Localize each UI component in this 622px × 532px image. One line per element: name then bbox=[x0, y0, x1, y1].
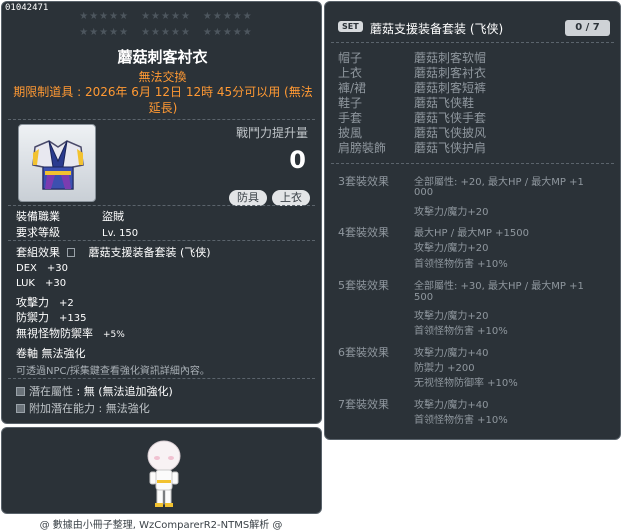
star-force-row-2: ★★★★★ ★★★★★ ★★★★★ bbox=[66, 27, 266, 38]
untradeable-label: 無法交換 bbox=[138, 70, 187, 84]
set-bonus-line: 全部屬性: +20, 最大HP / 最大MP +1 bbox=[414, 177, 584, 188]
set-badge-icon: SET bbox=[338, 21, 363, 32]
job-value: 盜賊 bbox=[102, 210, 124, 223]
stat-luk: LUK +30 bbox=[16, 278, 66, 289]
set-bonus-line: 最大HP / 最大MP +1500 bbox=[414, 228, 529, 239]
mushroom-assassin-shirt-icon bbox=[32, 140, 84, 190]
stat-label: DEX bbox=[16, 263, 37, 274]
star-group-icon: ★★★★★ bbox=[141, 11, 191, 22]
set-bonus-line: 无视怪物防御率 +10% bbox=[414, 378, 518, 389]
job-label: 裝備職業 bbox=[16, 210, 60, 223]
divider bbox=[331, 42, 614, 43]
divider bbox=[331, 163, 614, 164]
set-bonus-line: 首领怪物伤害 +10% bbox=[414, 259, 508, 270]
set-effect-label: 套組效果 bbox=[16, 246, 60, 259]
set-name: 蘑菇支援装备套装 (飞侠) bbox=[370, 22, 504, 36]
star-group-icon: ★★★★★ bbox=[141, 27, 191, 38]
potential-grade-icon bbox=[16, 387, 25, 396]
item-name: 蘑菇刺客衬衣 bbox=[117, 48, 208, 66]
power-increase-value: 0 bbox=[289, 146, 306, 174]
level-value: Lv. 150 bbox=[102, 228, 139, 239]
stat-dex: DEX +30 bbox=[16, 263, 68, 274]
potential-label: 潛在屬性 bbox=[29, 385, 73, 398]
potential-row: 潛在屬性 : 無 (無法追加強化) bbox=[16, 383, 173, 399]
stat-attack: 攻擊力 +2 bbox=[16, 294, 74, 310]
copy-icon[interactable] bbox=[66, 248, 75, 257]
stat-label: LUK bbox=[16, 278, 35, 289]
item-icon-frame bbox=[18, 124, 96, 202]
stat-label: 防禦力 bbox=[16, 311, 49, 324]
category-tag-top: 上衣 bbox=[272, 190, 310, 206]
bonus-potential-grade-icon bbox=[16, 404, 25, 413]
potential-value: : 無 (無法追加強化) bbox=[76, 385, 173, 398]
expire-notice: 期限制道具 : 2026年 6月 12日 12時 45分可以用 (無法 延長) bbox=[10, 84, 316, 116]
category-tag-armor: 防具 bbox=[229, 190, 267, 206]
divider bbox=[8, 205, 315, 206]
stat-value: +2 bbox=[59, 298, 74, 309]
expire-line-2: 延長) bbox=[148, 101, 178, 115]
star-force-row-1: ★★★★★ ★★★★★ ★★★★★ bbox=[66, 11, 266, 22]
set-bonus-line: 攻擊力/魔力+20 bbox=[414, 207, 489, 218]
enhance-hint: 可透過NPC/採集鍵查看強化資訊詳細內容。 bbox=[16, 366, 210, 377]
set-effect-row: 套組效果 蘑菇支援装备套装 (飞侠) bbox=[16, 244, 211, 260]
divider bbox=[8, 240, 315, 241]
level-row: 要求等級 Lv. 150 bbox=[16, 224, 138, 240]
set-bonus-label: 5套裝效果 bbox=[338, 279, 389, 292]
set-part-item: 蘑菇飞侠护肩 bbox=[414, 141, 487, 155]
star-group-icon: ★★★★★ bbox=[202, 11, 253, 22]
set-tooltip-panel: SET 蘑菇支援装备套装 (飞侠) 0 / 7 帽子 蘑菇刺客软帽 上衣 蘑菇刺… bbox=[324, 1, 621, 440]
stat-defense: 防禦力 +135 bbox=[16, 309, 86, 325]
power-increase-label: 戰鬥力提升量 bbox=[235, 126, 308, 140]
set-part-slot: 肩膀裝飾 bbox=[338, 141, 387, 155]
set-bonus-label: 3套裝效果 bbox=[338, 175, 389, 188]
star-group-icon: ★★★★★ bbox=[79, 11, 130, 22]
set-bonus-line: 攻擊力/魔力+40 bbox=[414, 348, 489, 359]
bonus-potential-value: : 無法強化 bbox=[98, 402, 150, 415]
set-bonus-line: 首领怪物伤害 +10% bbox=[414, 415, 508, 426]
set-bonus-line: 首领怪物伤害 +10% bbox=[414, 326, 508, 337]
set-bonus-line: 攻擊力/魔力+20 bbox=[414, 243, 489, 254]
set-bonus-line: 000 bbox=[414, 187, 434, 198]
stat-ignore-defense: 無視怪物防禦率 +5% bbox=[16, 325, 125, 341]
footer-credit: @ 數據由小冊子整理, WzComparerR2-NTMS解析 @ bbox=[39, 520, 283, 531]
stat-value: +30 bbox=[44, 278, 67, 289]
stat-value: +135 bbox=[59, 313, 87, 324]
set-count-badge: 0 / 7 bbox=[565, 20, 610, 36]
scroll-value: 無法強化 bbox=[41, 347, 86, 360]
stat-value: +5% bbox=[103, 330, 125, 340]
stat-label: 攻擊力 bbox=[16, 296, 49, 309]
scroll-label: 卷軸 bbox=[16, 347, 38, 360]
character-preview-avatar bbox=[147, 440, 181, 507]
set-bonus-line: 攻擊力/魔力+20 bbox=[414, 311, 489, 322]
star-group-icon: ★★★★★ bbox=[79, 27, 130, 38]
item-tooltip-panel: 01042471 ★★★★★ ★★★★★ ★★★★★ ★★★★★ ★★★★★ ★★★★★… bbox=[1, 1, 322, 424]
set-effect-value[interactable]: 蘑菇支援装备套装 (飞侠) bbox=[89, 246, 211, 259]
stat-value: +30 bbox=[46, 263, 68, 274]
set-bonus-label: 4套裝效果 bbox=[338, 226, 389, 239]
level-label: 要求等級 bbox=[16, 226, 60, 239]
set-bonus-label: 6套裝效果 bbox=[338, 346, 389, 359]
stat-label: 無視怪物防禦率 bbox=[16, 327, 93, 340]
avatar-preview-panel bbox=[1, 427, 322, 514]
job-row: 裝備職業 盜賊 bbox=[16, 208, 124, 224]
scroll-row: 卷軸 無法強化 bbox=[16, 345, 86, 361]
divider bbox=[8, 119, 315, 120]
bonus-potential-label: 附加潛在能力 bbox=[29, 402, 95, 415]
set-bonus-line: 500 bbox=[414, 292, 434, 303]
set-bonus-line: 攻擊力/魔力+40 bbox=[414, 400, 489, 411]
set-bonus-line: 全部屬性: +30, 最大HP / 最大MP +1 bbox=[414, 281, 584, 292]
set-bonus-label: 7套裝效果 bbox=[338, 398, 389, 411]
star-group-icon: ★★★★★ bbox=[202, 27, 253, 38]
item-code: 01042471 bbox=[5, 3, 49, 13]
divider bbox=[8, 378, 315, 379]
bonus-potential-row: 附加潛在能力 : 無法強化 bbox=[16, 400, 150, 416]
set-bonus-line: 防禦力 +200 bbox=[414, 363, 475, 374]
expire-line-1: 期限制道具 : 2026年 6月 12日 12時 45分可以用 (無法 bbox=[13, 85, 313, 99]
